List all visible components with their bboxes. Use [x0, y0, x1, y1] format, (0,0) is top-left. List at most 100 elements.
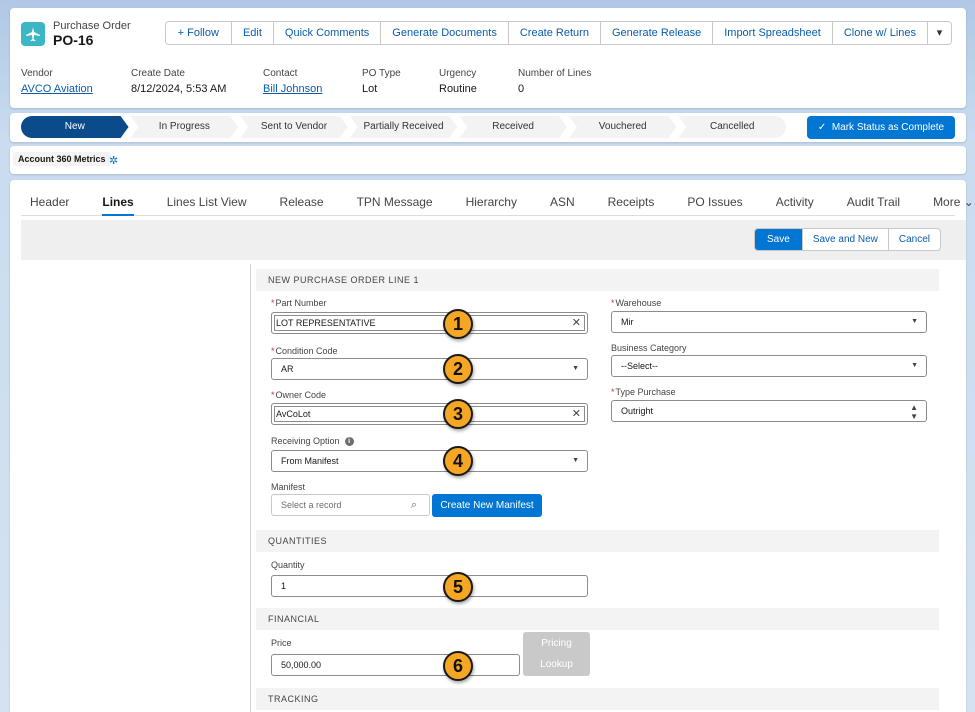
follow-button[interactable]: + Follow	[165, 22, 231, 44]
receiving-option-label: Receiving Option i	[271, 436, 354, 447]
warehouse-label: *Warehouse	[611, 298, 661, 308]
section-quantities-header[interactable]: QUANTITIES	[256, 530, 939, 552]
main-panel: Header Lines Lines List View Release TPN…	[10, 180, 974, 712]
save-button[interactable]: Save	[755, 229, 802, 250]
part-number-field[interactable]: LOT REPRESENTATIVE ✕	[271, 312, 588, 334]
required-marker: *	[271, 390, 275, 400]
tab-audit-trail[interactable]: Audit Trail	[838, 188, 916, 215]
highlight-label: Urgency	[439, 68, 477, 79]
section-tracking-header[interactable]: TRACKING	[256, 688, 939, 710]
required-marker: *	[611, 298, 615, 308]
vendor-link[interactable]: AVCO Aviation	[21, 83, 93, 95]
type-purchase-select[interactable]: Outright ▲ ▼	[611, 400, 927, 422]
tab-activity[interactable]: Activity	[767, 188, 830, 215]
path-stage-received[interactable]: Received	[459, 116, 567, 138]
generate-release-button[interactable]: Generate Release	[599, 22, 713, 44]
tab-lines[interactable]: Lines	[93, 188, 149, 216]
callout-badge-5: 5	[443, 572, 473, 602]
highlight-po-type: PO Type Lot	[362, 68, 401, 95]
callout-badge-2: 2	[443, 354, 473, 384]
gear-icon[interactable]: ✲	[109, 154, 118, 167]
highlight-label: Contact	[263, 68, 298, 79]
owner-code-label: *Owner Code	[271, 390, 326, 400]
highlight-contact: Contact Bill Johnson	[263, 68, 322, 95]
follow-label: Follow	[187, 27, 219, 39]
required-marker: *	[611, 387, 615, 397]
status-path: New In Progress Sent to Vendor Partially…	[10, 113, 966, 142]
warehouse-select[interactable]: Mir ▼	[611, 311, 927, 333]
pricing-lookup-line2: Lookup	[540, 659, 573, 670]
import-spreadsheet-button[interactable]: Import Spreadsheet	[712, 22, 832, 44]
edit-button[interactable]: Edit	[230, 22, 273, 44]
highlight-label: Vendor	[21, 68, 53, 79]
highlight-label: PO Type	[362, 68, 401, 79]
quantity-input[interactable]: 1	[271, 575, 588, 597]
create-return-button[interactable]: Create Return	[507, 22, 600, 44]
warehouse-label-text: Warehouse	[615, 298, 662, 308]
type-purchase-label-text: Type Purchase	[615, 387, 676, 397]
path-stage-partially-received[interactable]: Partially Received	[350, 116, 458, 138]
record-title: PO-16	[53, 32, 94, 48]
highlight-value: 8/12/2024, 5:53 AM	[131, 83, 227, 95]
type-purchase-label: *Type Purchase	[611, 387, 676, 397]
clone-with-lines-button[interactable]: Clone w/ Lines	[831, 22, 927, 44]
highlight-label: Number of Lines	[518, 68, 592, 79]
path-stage-in-progress[interactable]: In Progress	[131, 116, 239, 138]
section-financial-header[interactable]: FINANCIAL	[256, 608, 939, 630]
owner-code-field[interactable]: AvCoLot ✕	[271, 403, 588, 425]
form-toolbar: Save Save and New Cancel	[21, 220, 966, 260]
clear-icon[interactable]: ✕	[572, 313, 581, 333]
path-stage-cancelled[interactable]: Cancelled	[678, 116, 787, 138]
chevron-down-icon: ⌄	[963, 195, 974, 209]
receiving-option-value: From Manifest	[281, 456, 339, 466]
save-and-new-button[interactable]: Save and New	[801, 229, 888, 250]
caret-down-icon: ▼	[572, 365, 579, 372]
callout-badge-3: 3	[443, 399, 473, 429]
pricing-lookup-button[interactable]: Pricing Lookup	[523, 632, 590, 676]
tab-receipts[interactable]: Receipts	[599, 188, 671, 215]
business-category-select[interactable]: --Select-- ▼	[611, 355, 927, 377]
metrics-strip: Account 360 Metrics ✲	[10, 146, 966, 174]
highlight-urgency: Urgency Routine	[439, 68, 477, 95]
manifest-label: Manifest	[271, 482, 306, 492]
business-category-value: --Select--	[621, 361, 659, 371]
section-new-line-header[interactable]: NEW PURCHASE ORDER LINE 1	[256, 269, 939, 291]
caret-down-icon: ▼	[911, 318, 918, 325]
quantity-value: 1	[281, 581, 287, 591]
tab-release[interactable]: Release	[271, 188, 340, 215]
path-stage-vouchered[interactable]: Vouchered	[569, 116, 677, 138]
action-button-group: + Follow Edit Quick Comments Generate Do…	[164, 21, 952, 45]
part-number-value: LOT REPRESENTATIVE	[276, 318, 376, 328]
path-stage-new[interactable]: New	[21, 116, 129, 138]
mark-status-complete-button[interactable]: ✓ Mark Status as Complete	[807, 116, 955, 139]
account-360-metrics-button[interactable]: Account 360 Metrics	[13, 152, 111, 166]
tab-hierarchy[interactable]: Hierarchy	[457, 188, 533, 215]
contact-link[interactable]: Bill Johnson	[263, 83, 322, 95]
tab-asn[interactable]: ASN	[541, 188, 591, 215]
cancel-button[interactable]: Cancel	[887, 229, 940, 250]
manifest-lookup[interactable]: Select a record ⌕	[271, 494, 430, 516]
required-marker: *	[271, 298, 275, 308]
tab-more[interactable]: More ⌄	[924, 188, 975, 215]
tab-tpn-message[interactable]: TPN Message	[348, 188, 449, 215]
callout-badge-1: 1	[443, 309, 473, 339]
quantity-label: Quantity	[271, 560, 305, 570]
path-stage-sent-to-vendor[interactable]: Sent to Vendor	[240, 116, 348, 138]
receiving-option-select[interactable]: From Manifest ▼	[271, 450, 588, 472]
info-icon[interactable]: i	[344, 437, 354, 447]
part-number-label-text: Part Number	[275, 298, 327, 308]
quick-comments-button[interactable]: Quick Comments	[272, 22, 381, 44]
warehouse-value: Mir	[621, 317, 634, 327]
clear-icon[interactable]: ✕	[572, 404, 581, 424]
price-input[interactable]: 50,000.00	[271, 654, 520, 676]
tab-lines-list-view[interactable]: Lines List View	[158, 188, 263, 215]
record-header: Purchase Order PO-16 + Follow Edit Quick…	[10, 8, 966, 108]
create-new-manifest-button[interactable]: Create New Manifest	[432, 494, 542, 517]
caret-down-icon: ▼	[572, 457, 579, 464]
checkmark-icon: ✓	[817, 122, 832, 133]
more-actions-button[interactable]: ▾	[927, 22, 951, 44]
tab-header[interactable]: Header	[21, 188, 85, 215]
generate-documents-button[interactable]: Generate Documents	[380, 22, 508, 44]
tab-po-issues[interactable]: PO Issues	[678, 188, 758, 215]
condition-code-select[interactable]: AR ▼	[271, 358, 588, 380]
